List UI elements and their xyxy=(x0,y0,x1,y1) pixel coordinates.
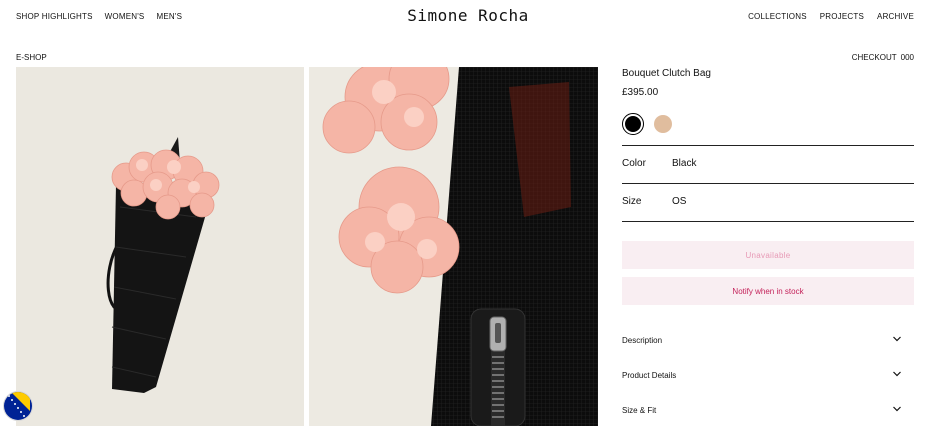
chevron-down-icon xyxy=(893,371,901,377)
nav-archive[interactable]: ARCHIVE xyxy=(877,12,914,21)
chevron-down-icon xyxy=(893,336,901,342)
product-image-main[interactable] xyxy=(16,67,304,426)
nav-projects[interactable]: PROJECTS xyxy=(820,12,864,21)
accordion-description[interactable]: Description xyxy=(622,331,914,351)
product-image-detail[interactable] xyxy=(309,67,598,426)
nav-collections[interactable]: COLLECTIONS xyxy=(748,12,807,21)
accordion-product-details[interactable]: Product Details xyxy=(622,366,914,386)
divider xyxy=(622,221,914,222)
breadcrumb[interactable]: E-SHOP xyxy=(16,53,47,62)
bosnia-flag-icon[interactable] xyxy=(3,391,33,421)
checkout-count: 000 xyxy=(900,53,914,62)
color-value: Black xyxy=(672,158,697,169)
color-swatches xyxy=(622,113,914,135)
product-panel: Bouquet Clutch Bag £395.00 xyxy=(622,67,914,135)
top-navigation: SHOP HIGHLIGHTS WOMEN'S MEN'S Simone Roc… xyxy=(0,0,936,34)
swatch-black-fill xyxy=(625,116,641,132)
size-label: Size xyxy=(622,196,642,207)
color-row[interactable]: Color Black xyxy=(622,145,914,183)
accordion-label: Description xyxy=(622,336,663,345)
swatch-nude[interactable] xyxy=(654,115,672,133)
nav-right: COLLECTIONS PROJECTS ARCHIVE xyxy=(748,12,914,21)
checkout-label: CHECKOUT xyxy=(851,53,897,62)
checkout-link[interactable]: CHECKOUT 000 xyxy=(852,53,914,62)
product-price: £395.00 xyxy=(622,87,659,98)
accordion-label: Product Details xyxy=(622,371,677,380)
color-label: Color xyxy=(622,158,646,169)
size-row[interactable]: Size OS xyxy=(622,183,914,221)
product-title: Bouquet Clutch Bag xyxy=(622,68,711,79)
size-value: OS xyxy=(672,196,687,207)
unavailable-button[interactable]: Unavailable xyxy=(622,241,914,269)
swatch-black[interactable] xyxy=(622,113,644,135)
accordion-label: Size & Fit xyxy=(622,406,657,415)
chevron-down-icon xyxy=(893,406,901,412)
bouquet-closeup-illustration xyxy=(322,67,598,426)
notify-button[interactable]: Notify when in stock xyxy=(622,277,914,305)
accordion-size-fit[interactable]: Size & Fit xyxy=(622,401,914,421)
bouquet-clutch-illustration xyxy=(106,137,220,393)
